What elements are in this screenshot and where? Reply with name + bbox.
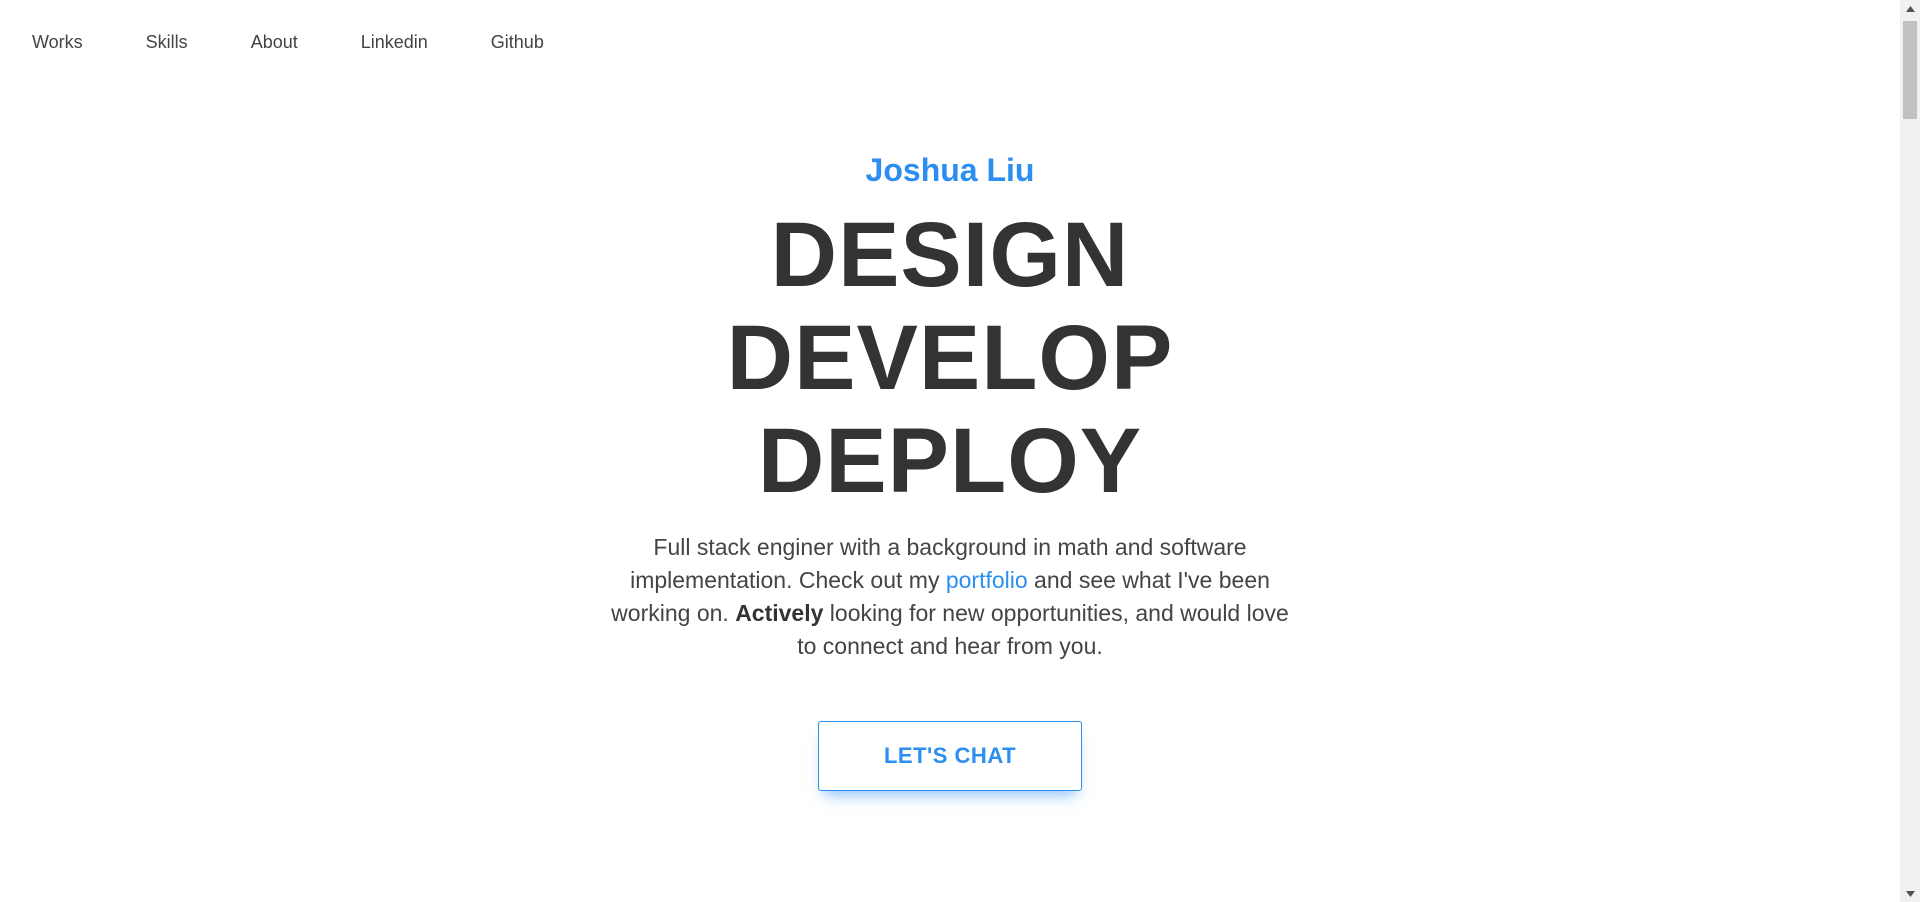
author-name: Joshua Liu [865, 152, 1035, 188]
scrollbar-thumb[interactable] [1903, 21, 1917, 119]
headline-line-design: DESIGN [770, 204, 1130, 306]
hero-headline: DESIGN DEVELOP DEPLOY [0, 204, 1900, 513]
hero-section: Joshua Liu DESIGN DEVELOP DEPLOY Full st… [0, 146, 1900, 791]
intro-text-3: looking for new opportunities, and would… [797, 600, 1289, 659]
intro-bold-actively: Actively [735, 600, 824, 626]
nav-link-about[interactable]: About [251, 30, 298, 54]
nav-link-linkedin[interactable]: Linkedin [361, 30, 428, 54]
portfolio-link[interactable]: portfolio [946, 567, 1028, 593]
page-scrollbar[interactable] [1900, 0, 1920, 902]
intro-paragraph: Full stack enginer with a background in … [610, 531, 1290, 663]
lets-chat-button[interactable]: LET'S CHAT [818, 721, 1082, 791]
nav-link-works[interactable]: Works [32, 30, 83, 54]
headline-line-develop: DEVELOP [726, 307, 1174, 409]
browser-viewport: Works Skills About Linkedin Github Joshu… [0, 0, 1920, 902]
nav-link-github[interactable]: Github [491, 30, 544, 54]
page: Works Skills About Linkedin Github Joshu… [0, 0, 1900, 902]
top-nav: Works Skills About Linkedin Github [32, 30, 544, 54]
nav-link-skills[interactable]: Skills [146, 30, 188, 54]
scroll-down-arrow-icon[interactable] [1900, 885, 1920, 902]
headline-line-deploy: DEPLOY [757, 410, 1143, 512]
scroll-up-arrow-icon[interactable] [1900, 0, 1920, 17]
